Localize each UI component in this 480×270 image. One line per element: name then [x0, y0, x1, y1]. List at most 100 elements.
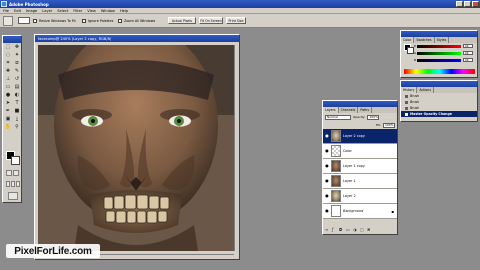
clone-stamp-tool-icon[interactable]: ⊥: [4, 76, 12, 83]
zoom-tool-preset-icon[interactable]: [3, 16, 13, 26]
visibility-eye-icon[interactable]: ●: [325, 209, 329, 213]
layer-row-color[interactable]: ● Color: [323, 144, 397, 159]
zoom-tool-icon[interactable]: ⚲: [13, 124, 21, 131]
full-screen-menu-button[interactable]: [11, 181, 15, 187]
history-brush-tool-icon[interactable]: ↺: [13, 76, 21, 83]
layer-row-layer-1[interactable]: ● Layer 1: [323, 174, 397, 189]
adjustment-layer-icon[interactable]: ◑: [353, 228, 357, 232]
red-value[interactable]: 24: [463, 44, 473, 48]
menu-edit[interactable]: Edit: [14, 9, 21, 13]
visibility-eye-icon[interactable]: ●: [325, 194, 329, 198]
menu-select[interactable]: Select: [57, 9, 68, 13]
tab-paths[interactable]: Paths: [358, 107, 372, 113]
quick-mask-mode-button[interactable]: [13, 170, 19, 176]
layer-row-layer-2[interactable]: ● Layer 2: [323, 189, 397, 204]
menu-image[interactable]: Image: [26, 9, 37, 13]
menu-layer[interactable]: Layer: [42, 9, 52, 13]
tab-color[interactable]: Color: [401, 37, 415, 43]
blue-value[interactable]: 24: [463, 58, 473, 62]
menu-view[interactable]: View: [87, 9, 96, 13]
eyedropper-tool-icon[interactable]: ⤓: [13, 116, 21, 123]
visibility-eye-icon[interactable]: ●: [325, 179, 329, 183]
marquee-tool-icon[interactable]: ⬚: [4, 44, 12, 51]
tab-history[interactable]: History: [401, 87, 418, 93]
menu-window[interactable]: Window: [101, 9, 115, 13]
standard-mode-button[interactable]: [6, 170, 12, 176]
green-value[interactable]: 24: [463, 51, 473, 55]
shape-tool-icon[interactable]: ■: [13, 108, 21, 115]
tab-layers[interactable]: Layers: [323, 107, 339, 113]
dodge-tool-icon[interactable]: ◐: [13, 92, 21, 99]
layer-style-icon[interactable]: ƒ: [332, 228, 336, 232]
tool-grid: ⬚ ✥ ◌ ✦ ⌗ ⧄ ✚ ✎ ⊥ ↺ ▭ ▤ ● ◐ ➤ T ✒ ■ ▣ ⤓ …: [3, 43, 21, 132]
visibility-eye-icon[interactable]: ●: [325, 149, 329, 153]
lasso-tool-icon[interactable]: ◌: [4, 52, 12, 59]
type-tool-icon[interactable]: T: [13, 100, 21, 107]
healing-brush-tool-icon[interactable]: ✚: [4, 68, 12, 75]
eraser-tool-icon[interactable]: ▭: [4, 84, 12, 91]
brush-tool-icon[interactable]: ✎: [13, 68, 21, 75]
path-selection-tool-icon[interactable]: ➤: [4, 100, 12, 107]
layer-row-layer-2-copy[interactable]: ● Layer 2 copy: [323, 129, 397, 144]
vertical-scrollbar[interactable]: [234, 45, 238, 251]
zoom-in-out-toggle[interactable]: [18, 17, 30, 24]
tab-channels[interactable]: Channels: [339, 107, 359, 113]
fit-on-screen-button[interactable]: Fit On Screen: [199, 17, 223, 24]
tab-styles[interactable]: Styles: [435, 37, 450, 43]
pen-tool-icon[interactable]: ✒: [4, 108, 12, 115]
tab-swatches[interactable]: Swatches: [414, 37, 435, 43]
resize-windows-label: Resize Windows To Fit: [39, 18, 76, 23]
menu-help[interactable]: Help: [120, 9, 128, 13]
layer-mask-icon[interactable]: ◘: [339, 228, 343, 232]
move-tool-icon[interactable]: ✥: [13, 44, 21, 51]
magic-wand-tool-icon[interactable]: ✦: [13, 52, 21, 59]
menu-filter[interactable]: Filter: [73, 9, 82, 13]
background-color-swatch[interactable]: [11, 156, 20, 165]
layer-row-layer-1-copy[interactable]: ● Layer 1 copy: [323, 159, 397, 174]
palette-background-swatch[interactable]: [407, 47, 414, 54]
actual-pixels-button[interactable]: Actual Pixels: [168, 17, 196, 24]
hand-tool-icon[interactable]: ✋: [4, 124, 12, 131]
document-title: facecomp@ 240% (Layer 2 copy, RGB/8): [38, 36, 112, 41]
gradient-tool-icon[interactable]: ▤: [13, 84, 21, 91]
fill-field[interactable]: 100%: [383, 122, 395, 128]
blend-mode-select[interactable]: Normal: [325, 114, 351, 120]
green-slider[interactable]: [417, 52, 461, 55]
color-ramp[interactable]: [404, 69, 475, 74]
jump-to-imageready-button[interactable]: [8, 192, 18, 200]
layer-thumbnail: [331, 175, 341, 187]
new-set-icon[interactable]: ▭: [346, 228, 350, 232]
menu-file[interactable]: File: [3, 9, 9, 13]
layers-footer: ∞ ƒ ◘ ▭ ◑ ▢ ✖: [325, 228, 371, 232]
link-layers-icon[interactable]: ∞: [325, 228, 329, 232]
layer-name: Background: [343, 209, 364, 213]
red-slider[interactable]: [417, 45, 461, 48]
crop-tool-icon[interactable]: ⌗: [4, 60, 12, 67]
resize-windows-checkbox[interactable]: [33, 19, 37, 23]
delete-layer-icon[interactable]: ✖: [367, 228, 371, 232]
print-size-button[interactable]: Print Size: [226, 17, 246, 24]
layer-thumbnail: [331, 160, 341, 172]
history-item-selected[interactable]: Master Opacity Change: [401, 111, 477, 117]
close-button[interactable]: [472, 1, 479, 7]
standard-screen-button[interactable]: [6, 181, 10, 187]
history-item-label: Brush: [410, 94, 420, 98]
full-screen-button[interactable]: [16, 181, 20, 187]
zoom-all-windows-checkbox[interactable]: [118, 19, 122, 23]
tab-actions[interactable]: Actions: [417, 87, 434, 93]
visibility-eye-icon[interactable]: ●: [325, 134, 329, 138]
maximize-button[interactable]: [464, 1, 471, 7]
minimize-button[interactable]: [456, 1, 463, 7]
opacity-field[interactable]: 100%: [367, 114, 380, 120]
notes-tool-icon[interactable]: ▣: [4, 116, 12, 123]
layer-fill-row: Fill: 100%: [323, 121, 397, 129]
new-layer-icon[interactable]: ▢: [360, 228, 364, 232]
slice-tool-icon[interactable]: ⧄: [13, 60, 21, 67]
blur-tool-icon[interactable]: ●: [4, 92, 12, 99]
layer-row-background[interactable]: ● Background ▪: [323, 204, 397, 219]
document-canvas[interactable]: [38, 45, 234, 251]
ignore-palettes-checkbox[interactable]: [82, 19, 86, 23]
fill-label: Fill:: [375, 123, 381, 127]
visibility-eye-icon[interactable]: ●: [325, 164, 329, 168]
blue-slider[interactable]: [417, 59, 461, 62]
